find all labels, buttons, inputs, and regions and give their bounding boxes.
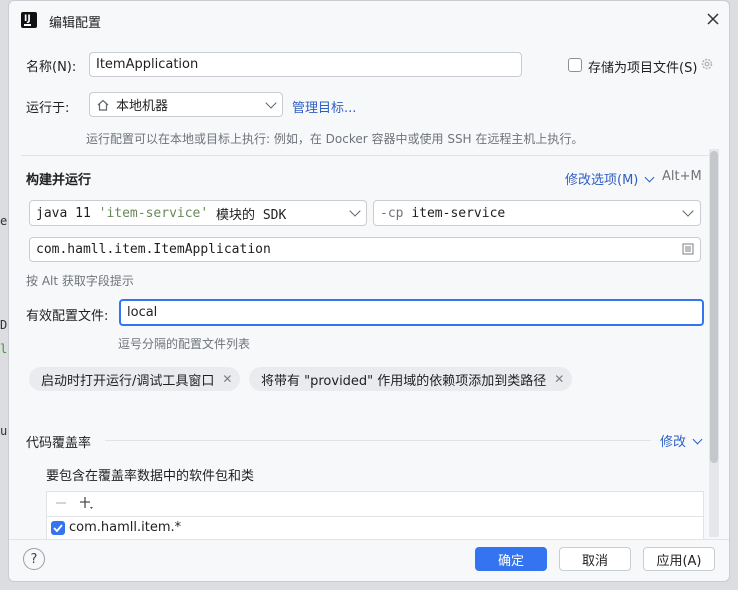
apply-button[interactable]: 应用(A) <box>643 547 715 571</box>
jdk-prefix: java 11 <box>36 205 91 221</box>
bg-editor-fragment: ll <box>0 342 14 356</box>
divider <box>105 440 651 441</box>
help-button[interactable]: ? <box>23 548 45 570</box>
coverage-modify-label: 修改 <box>660 435 687 450</box>
close-icon[interactable] <box>705 11 721 27</box>
bg-editor-fragment: ul <box>0 424 14 438</box>
profiles-label: 有效配置文件: <box>26 309 109 324</box>
cp-flag: -cp <box>380 205 404 221</box>
main-class-value: com.hamll.item.ItemApplication <box>36 242 271 257</box>
coverage-list: com.hamll.item.* <box>46 491 704 539</box>
ok-button[interactable]: 确定 <box>475 547 547 571</box>
manage-targets-link[interactable]: 管理目标... <box>292 97 356 116</box>
dialog-title: 编辑配置 <box>49 16 102 31</box>
modify-options-link[interactable]: 修改选项(M) <box>565 169 655 188</box>
coverage-modify-link[interactable]: 修改 <box>660 431 703 450</box>
edit-config-dialog: IJ 编辑配置 名称(N): ItemApplication 存储为项目文件(S… <box>8 0 730 582</box>
divider <box>47 516 703 517</box>
coverage-item-label: com.hamll.item.* <box>69 520 182 535</box>
main-class-input[interactable]: com.hamll.item.ItemApplication <box>29 237 701 262</box>
name-input[interactable]: ItemApplication <box>89 52 522 77</box>
chip-label: 将带有 "provided" 作用域的依赖项添加到类路径 <box>261 373 547 389</box>
profiles-hint: 逗号分隔的配置文件列表 <box>118 337 251 351</box>
cancel-button[interactable]: 取消 <box>559 547 631 571</box>
coverage-item-checkbox[interactable] <box>51 521 65 535</box>
divider <box>9 539 729 540</box>
jdk-select[interactable]: java 11 'item-service' 模块的 SDK <box>29 200 367 226</box>
chevron-down-icon <box>692 434 703 444</box>
chevron-down-icon <box>265 97 277 109</box>
profiles-value: local <box>127 305 158 320</box>
cp-value: item-service <box>411 205 506 221</box>
remove-icon[interactable]: ✕ <box>222 372 232 386</box>
run-on-value: 本地机器 <box>116 99 169 114</box>
name-input-value: ItemApplication <box>96 57 199 72</box>
jdk-module: 'item-service' <box>98 205 209 221</box>
minus-icon[interactable] <box>55 497 67 509</box>
scrollbar-thumb[interactable] <box>710 151 718 463</box>
run-on-hint: 运行配置可以在本地或目标上执行: 例如，在 Docker 容器中或使用 SSH … <box>86 132 584 146</box>
run-on-label: 运行于: <box>26 101 70 116</box>
classpath-select[interactable]: -cp item-service <box>373 200 701 226</box>
divider <box>21 155 718 156</box>
option-chip[interactable]: 将带有 "provided" 作用域的依赖项添加到类路径 ✕ <box>249 367 573 391</box>
coverage-include-label: 要包含在覆盖率数据中的软件包和类 <box>46 469 255 484</box>
coverage-title: 代码覆盖率 <box>26 436 92 451</box>
jdk-suffix: 模块的 SDK <box>216 207 287 223</box>
bg-editor-fragment: er <box>0 214 14 228</box>
app-icon: IJ <box>21 12 37 28</box>
option-chip[interactable]: 启动时打开运行/调试工具窗口 ✕ <box>29 367 241 391</box>
gear-icon[interactable] <box>700 57 714 71</box>
browse-icon[interactable] <box>682 243 694 255</box>
modify-options-shortcut: Alt+M <box>662 169 702 184</box>
store-as-project-label: 存储为项目文件(S) <box>588 61 698 76</box>
name-label: 名称(N): <box>26 60 77 75</box>
chip-label: 启动时打开运行/调试工具窗口 <box>41 373 215 389</box>
help-icon: ? <box>30 551 38 567</box>
profiles-input[interactable]: local <box>119 299 704 326</box>
bg-editor-fragment: De <box>0 318 14 332</box>
chevron-down-icon <box>349 205 361 217</box>
home-icon <box>96 98 110 112</box>
store-as-project-checkbox[interactable] <box>568 58 582 72</box>
modify-options-label: 修改选项(M) <box>565 173 639 188</box>
alt-hint: 按 Alt 获取字段提示 <box>26 274 134 288</box>
run-on-select[interactable]: 本地机器 <box>89 92 283 117</box>
remove-icon[interactable]: ✕ <box>554 372 564 386</box>
build-run-title: 构建并运行 <box>26 173 92 188</box>
add-icon[interactable] <box>79 496 95 510</box>
chevron-down-icon <box>682 205 694 217</box>
chevron-down-icon <box>644 172 655 182</box>
